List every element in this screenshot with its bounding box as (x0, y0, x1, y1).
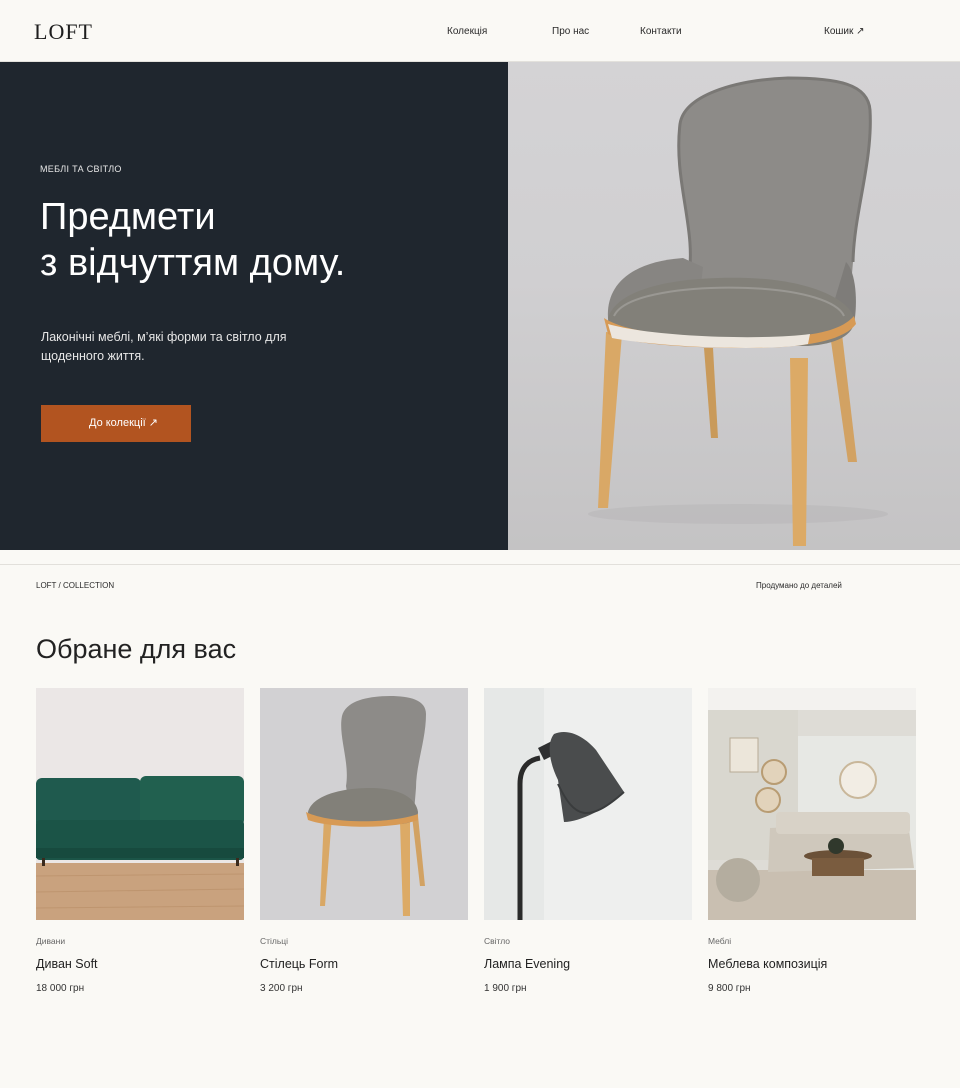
hero-text-panel: МЕБЛІ ТА СВІТЛО Предмети з відчуттям дом… (0, 62, 508, 550)
product-category: Світло (484, 936, 511, 946)
chair-thumb-illustration (260, 688, 468, 920)
section-divider (0, 564, 960, 565)
product-name[interactable]: Диван Soft (36, 957, 98, 971)
product-name[interactable]: Меблева композиція (708, 957, 827, 971)
sofa-illustration (36, 688, 244, 920)
product-name[interactable]: Лампа Evening (484, 957, 570, 971)
product-price: 3 200 грн (260, 983, 303, 994)
breadcrumb: LOFT / COLLECTION (36, 581, 115, 590)
living-room-illustration (708, 688, 916, 920)
nav-link-collection[interactable]: Колекція (447, 26, 487, 37)
hero-chair-image (508, 62, 960, 550)
product-image-lamp[interactable] (484, 688, 692, 920)
hero-section: МЕБЛІ ТА СВІТЛО Предмети з відчуттям дом… (0, 62, 960, 550)
product-card[interactable]: Меблі Меблева композиція 9 800 грн (708, 688, 916, 1008)
hero-headline-line-1: Предмети (40, 196, 216, 238)
product-category: Меблі (708, 936, 732, 946)
product-price: 18 000 грн (36, 983, 85, 994)
hero-headline: Предмети з відчуттям дому. (40, 194, 345, 286)
product-name[interactable]: Стілець Form (260, 957, 338, 971)
product-card[interactable]: Стільці Стілець Form 3 200 грн (260, 688, 468, 1008)
collection-cta-button[interactable]: До колекції ↗ (41, 405, 191, 442)
nav-link-contacts[interactable]: Контакти (640, 26, 682, 37)
featured-title: Обране для вас (36, 634, 237, 664)
cart-link[interactable]: Кошик ↗ (824, 26, 865, 37)
lamp-illustration (484, 688, 692, 920)
hero-headline-line-2: з відчуттям дому. (40, 242, 346, 284)
product-card[interactable]: Світло Лампа Evening 1 900 грн (484, 688, 692, 1008)
nav-link-about[interactable]: Про нас (552, 26, 589, 37)
product-image-chair[interactable] (260, 688, 468, 920)
logo[interactable]: LOFT (34, 19, 93, 45)
tagline: Продумано до деталей (756, 581, 842, 590)
site-header: LOFT Колекція Про нас Контакти Кошик ↗ (0, 0, 960, 62)
product-price: 1 900 грн (484, 983, 527, 994)
chair-illustration (588, 76, 888, 546)
hero-subtext: Лаконічні меблі, м’які форми та світло д… (41, 330, 287, 363)
hero-eyebrow: МЕБЛІ ТА СВІТЛО (40, 164, 122, 174)
product-image-living-room[interactable] (708, 688, 916, 920)
product-card[interactable]: Дивани Диван Soft 18 000 грн (36, 688, 244, 1008)
product-image-sofa[interactable] (36, 688, 244, 920)
product-category: Дивани (36, 936, 66, 946)
product-price: 9 800 грн (708, 983, 751, 994)
product-category: Стільці (260, 936, 289, 946)
